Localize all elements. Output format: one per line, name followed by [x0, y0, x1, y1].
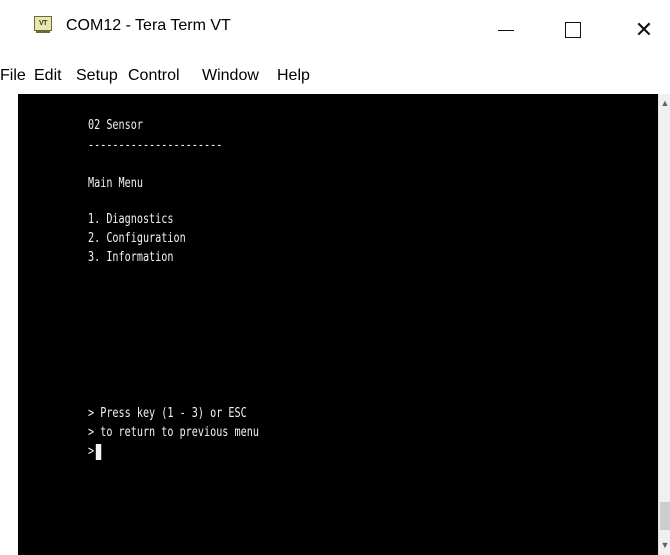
title-bar[interactable]: VT COM12 - Tera Term VT ✕ [0, 0, 670, 60]
scroll-up-arrow-icon[interactable]: ▲ [659, 96, 670, 110]
scroll-down-arrow-icon[interactable]: ▼ [659, 538, 670, 552]
maximize-button[interactable] [553, 20, 593, 50]
terminal-line-option-configuration: 2. Configuration [88, 231, 186, 246]
menu-bar: File Edit Setup Control Window Help [0, 64, 670, 88]
menu-help[interactable]: Help [277, 66, 310, 86]
vertical-scrollbar[interactable]: ▲ ▼ [658, 94, 670, 555]
scrollbar-thumb[interactable] [660, 502, 670, 530]
terminal-line-separator: ---------------------- [88, 138, 223, 153]
prompt-symbol: > [88, 444, 95, 459]
minimize-button[interactable] [486, 20, 526, 50]
terminal-line-prompt-2: > to return to previous menu [88, 425, 259, 440]
window-left-border [0, 94, 18, 555]
tera-term-window: VT COM12 - Tera Term VT ✕ File Edit Setu… [0, 0, 670, 555]
close-button[interactable]: ✕ [624, 17, 664, 50]
terminal-screen[interactable]: 02 Sensor ---------------------- Main Me… [18, 94, 658, 555]
terminal-line-input-prompt: > [88, 444, 102, 460]
menu-setup[interactable]: Setup [76, 66, 118, 86]
minimize-icon [498, 30, 514, 32]
maximize-icon [565, 22, 581, 38]
terminal-line-title: 02 Sensor [88, 118, 143, 133]
terminal-line-prompt-1: > Press key (1 - 3) or ESC [88, 406, 247, 421]
terminal-cursor [95, 444, 102, 460]
close-icon: ✕ [634, 17, 654, 42]
window-title: COM12 - Tera Term VT [66, 17, 231, 34]
terminal-line-option-diagnostics: 1. Diagnostics [88, 212, 174, 227]
tera-term-app-icon[interactable]: VT [34, 16, 52, 33]
terminal-line-option-information: 3. Information [88, 250, 174, 265]
terminal-line-menu-heading: Main Menu [88, 176, 143, 191]
menu-file[interactable]: File [0, 66, 26, 86]
menu-edit[interactable]: Edit [34, 66, 62, 86]
menu-window[interactable]: Window [202, 66, 259, 86]
menu-control[interactable]: Control [128, 66, 180, 86]
